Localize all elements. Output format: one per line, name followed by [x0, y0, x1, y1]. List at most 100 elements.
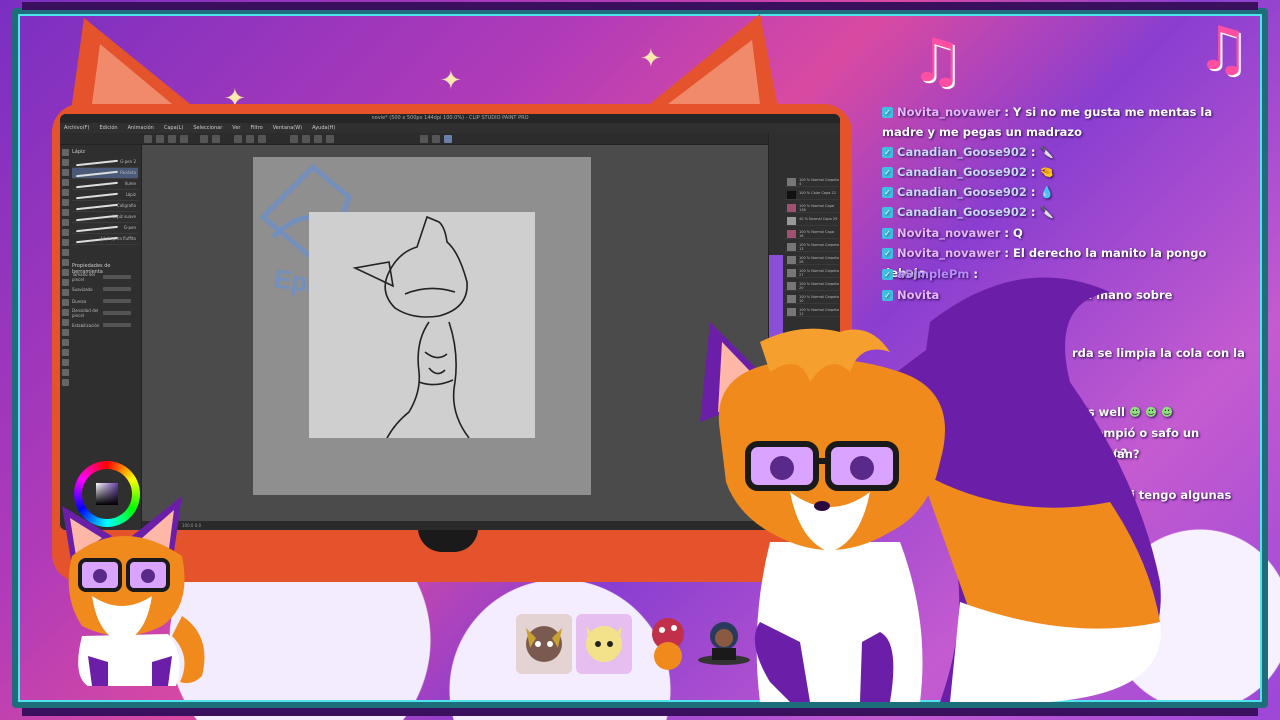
- layer-item[interactable]: 40 % Normal Capa 29: [785, 216, 839, 226]
- chat-message: ✓ Canadian_Goose902: 💧: [882, 182, 1252, 202]
- check-icon: ✓: [882, 207, 893, 218]
- chat-message: ✓ Novita_novawer: Q: [882, 223, 1252, 243]
- chat-message: ✓ Novita_novawer: Y si no me gusta me men…: [882, 105, 1213, 139]
- tool-button[interactable]: [62, 149, 69, 156]
- brush-item[interactable]: Lápiz: [72, 190, 138, 201]
- check-icon: ✓: [882, 147, 893, 158]
- layer-item[interactable]: 100 % Normal Capa 16: [785, 229, 839, 239]
- tool-button[interactable]: [62, 279, 69, 286]
- tool-button[interactable]: [62, 219, 69, 226]
- toolbar-button[interactable]: [302, 135, 310, 143]
- brush-panel-title: Lápiz: [72, 149, 86, 155]
- brush-item[interactable]: Lápiz suave: [72, 212, 138, 223]
- tool-button[interactable]: [62, 169, 69, 176]
- menu-help[interactable]: Ayuda(H): [312, 123, 335, 133]
- toolbar-button[interactable]: [432, 135, 440, 143]
- mini-avatar: [62, 496, 205, 686]
- toolbar-button[interactable]: [168, 135, 176, 143]
- check-icon: ✓: [882, 187, 893, 198]
- status-bar: 100.0 0.0: [142, 521, 768, 530]
- window-title: novie* (500 x 500px 144dpi 100.0%) - CLI…: [60, 114, 840, 123]
- chat-message: ✓ Canadian_Goose902: 🔪: [882, 142, 1252, 162]
- menu-select[interactable]: Seleccionar: [193, 123, 222, 133]
- tool-button[interactable]: [62, 349, 69, 356]
- check-icon: ✓: [882, 228, 893, 239]
- tool-properties: Propiedades de herramienta Tamaño del pi…: [72, 263, 138, 363]
- toolbar-button[interactable]: [326, 135, 334, 143]
- tool-button[interactable]: [62, 289, 69, 296]
- menu-file[interactable]: Archivo(F): [64, 123, 89, 133]
- brush-list: Lápiz G-pen 2 Realista llume Lápiz Calig…: [72, 149, 138, 245]
- toolbar-button[interactable]: [290, 135, 298, 143]
- prop-row[interactable]: Suavizado: [72, 283, 138, 295]
- toolbar-button[interactable]: [212, 135, 220, 143]
- menu-layer[interactable]: Capa(L): [164, 123, 183, 133]
- toolbar-button[interactable]: [246, 135, 254, 143]
- tool-palette: [62, 149, 70, 499]
- check-icon: ✓: [882, 167, 893, 178]
- tool-button[interactable]: [62, 359, 69, 366]
- toolbar-button[interactable]: [258, 135, 266, 143]
- layer-item[interactable]: 100 % Color Capa 22: [785, 190, 839, 200]
- properties-title: Propiedades de herramienta: [72, 263, 111, 275]
- tool-button[interactable]: [62, 179, 69, 186]
- check-icon: ✓: [882, 107, 893, 118]
- brush-item-selected[interactable]: Realista: [72, 168, 138, 179]
- toolbar-button[interactable]: [144, 135, 152, 143]
- brush-item[interactable]: llume: [72, 179, 138, 190]
- layer-item[interactable]: 100 % Normal Capa 138: [785, 203, 839, 213]
- viewer-avatar: [576, 614, 632, 674]
- menu-filter[interactable]: Filtro: [250, 123, 262, 133]
- tool-button[interactable]: [62, 299, 69, 306]
- tool-button[interactable]: [62, 259, 69, 266]
- tool-button[interactable]: [62, 319, 69, 326]
- viewer-avatars: [516, 614, 776, 678]
- tool-button[interactable]: [62, 309, 69, 316]
- toolbar-button[interactable]: [234, 135, 242, 143]
- tool-button[interactable]: [62, 159, 69, 166]
- menu-bar: Archivo(F) Edición Animación Capa(L) Sel…: [60, 123, 840, 133]
- left-panel: Lápiz G-pen 2 Realista llume Lápiz Calig…: [60, 145, 142, 530]
- tool-button[interactable]: [62, 239, 69, 246]
- brush-item[interactable]: Caligrafía: [72, 201, 138, 212]
- tool-button[interactable]: [62, 379, 69, 386]
- layer-item[interactable]: 100 % Normal Carpeta 13: [785, 242, 839, 252]
- prop-row[interactable]: Densidad del pincel: [72, 307, 138, 319]
- layer-item[interactable]: 100 % Normal Carpeta 4: [785, 177, 839, 187]
- prop-row[interactable]: Dureza: [72, 295, 138, 307]
- canvas-area[interactable]: Epic Fluffy: [142, 145, 768, 521]
- viewer-avatar: [516, 614, 572, 674]
- tool-button[interactable]: [62, 329, 69, 336]
- menu-window[interactable]: Ventana(W): [273, 123, 302, 133]
- toolbar: [60, 133, 840, 145]
- prop-row[interactable]: Estabilización: [72, 319, 138, 331]
- tool-button[interactable]: [62, 369, 69, 376]
- toolbar-button[interactable]: [314, 135, 322, 143]
- viewer-avatar: [698, 622, 750, 665]
- tool-button[interactable]: [62, 189, 69, 196]
- tool-button[interactable]: [62, 339, 69, 346]
- prop-row[interactable]: Tamaño del pincel: [72, 271, 138, 283]
- canvas-paper[interactable]: Epic Fluffy: [253, 157, 591, 495]
- toolbar-button[interactable]: [444, 135, 452, 143]
- toolbar-button[interactable]: [200, 135, 208, 143]
- menu-view[interactable]: Ver: [232, 123, 240, 133]
- canvas-artboard[interactable]: [309, 212, 535, 438]
- character-sketch: [352, 215, 470, 438]
- tool-button[interactable]: [62, 229, 69, 236]
- chat-message: ✓ Canadian_Goose902: 🤏: [882, 162, 1252, 182]
- menu-animation[interactable]: Animación: [128, 123, 154, 133]
- viewer-avatar: [652, 618, 684, 670]
- brush-item[interactable]: Lápiz para fluffito: [72, 234, 138, 245]
- toolbar-button[interactable]: [420, 135, 428, 143]
- tool-button[interactable]: [62, 199, 69, 206]
- brush-item[interactable]: G-pen: [72, 223, 138, 234]
- toolbar-button[interactable]: [156, 135, 164, 143]
- tool-button[interactable]: [62, 209, 69, 216]
- tool-button[interactable]: [62, 269, 69, 276]
- chat-message: ✓ Canadian_Goose902: 🔪: [882, 202, 1252, 222]
- menu-edit[interactable]: Edición: [99, 123, 117, 133]
- brush-item[interactable]: G-pen 2: [72, 157, 138, 168]
- toolbar-button[interactable]: [180, 135, 188, 143]
- tool-button[interactable]: [62, 249, 69, 256]
